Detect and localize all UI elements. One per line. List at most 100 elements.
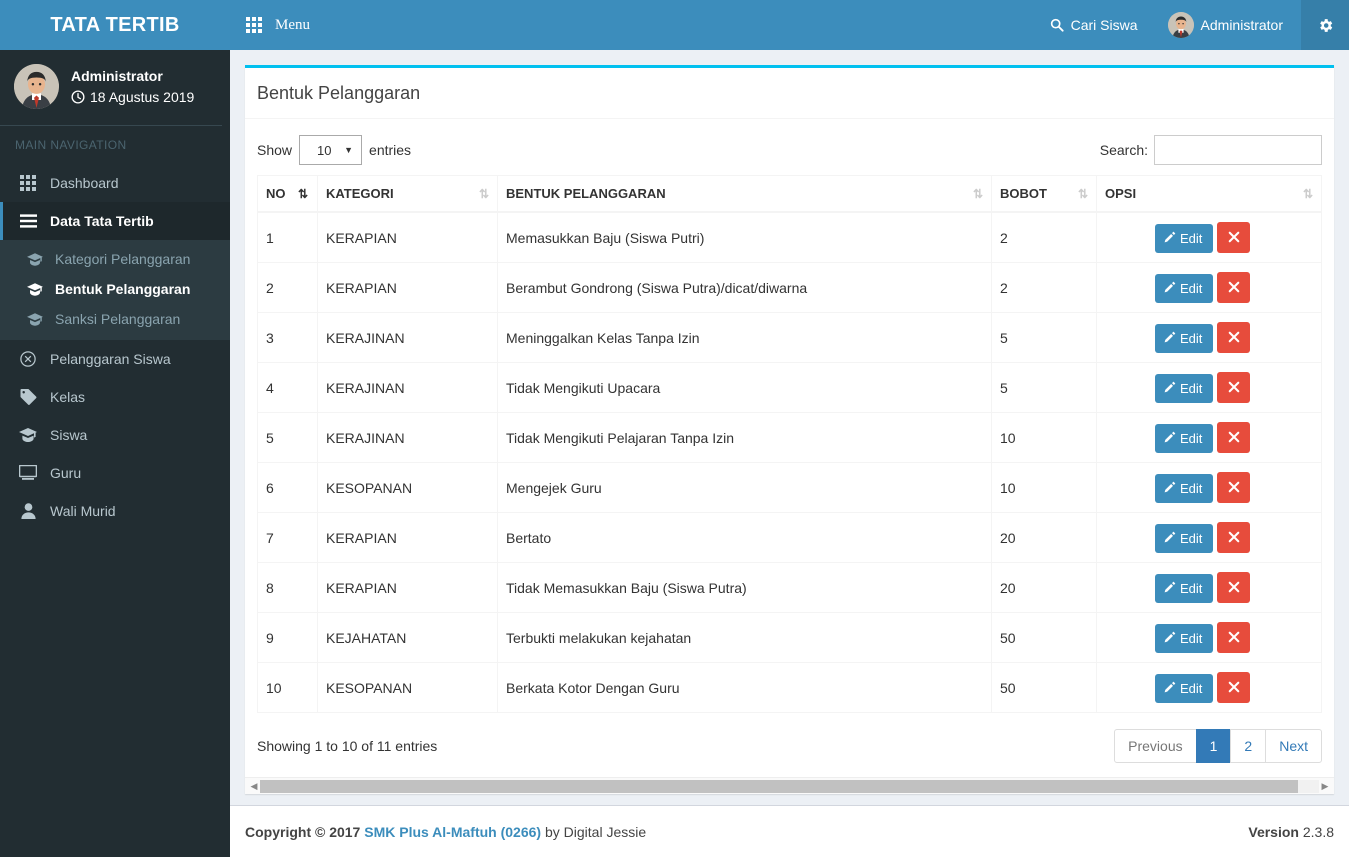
app-logo-text: TATA TERTIB	[50, 13, 180, 36]
cell-bobot: 5	[991, 312, 1097, 363]
scrollbar-track[interactable]	[260, 779, 1319, 793]
delete-button[interactable]	[1217, 672, 1251, 703]
delete-button[interactable]	[1217, 522, 1251, 553]
sort-icon: ⇅	[1302, 186, 1313, 201]
sidebar-item-sanksi-pelanggaran[interactable]: Sanksi Pelanggaran	[0, 304, 230, 334]
horizontal-scrollbar[interactable]: ◀ ▶	[245, 777, 1334, 794]
delete-button[interactable]	[1217, 222, 1251, 253]
delete-button[interactable]	[1217, 272, 1251, 303]
footer-version: Version 2.3.8	[1248, 824, 1334, 840]
navbar-menu-toggle[interactable]: Menu	[230, 17, 310, 34]
search-siswa-label: Cari Siswa	[1070, 17, 1138, 33]
cell-bobot: 2	[991, 262, 1097, 313]
delete-button[interactable]	[1217, 472, 1251, 503]
datatable-info: Showing 1 to 10 of 11 entries	[257, 738, 438, 754]
cell-opsi: Edit	[1096, 512, 1322, 563]
caret-right-icon[interactable]: ▶	[1319, 781, 1331, 792]
settings-button[interactable]	[1301, 0, 1349, 50]
delete-button[interactable]	[1217, 372, 1251, 403]
edit-button[interactable]: Edit	[1155, 673, 1214, 703]
close-x-icon	[1228, 680, 1240, 696]
sidebar-item-dashboard[interactable]: Dashboard	[0, 164, 230, 202]
edit-button[interactable]: Edit	[1155, 573, 1214, 603]
pencil-icon	[1164, 431, 1176, 446]
pencil-icon	[1164, 381, 1176, 396]
delete-button[interactable]	[1217, 322, 1251, 353]
pagination-page-2[interactable]: 2	[1230, 729, 1267, 763]
edit-button[interactable]: Edit	[1155, 323, 1214, 353]
content: Bentuk Pelanggaran Show 10 ▼ entries Sea…	[230, 50, 1349, 794]
column-label: NO	[266, 186, 286, 201]
edit-button[interactable]: Edit	[1155, 623, 1214, 653]
show-label: Show	[257, 142, 293, 158]
navbar-menu-label: Menu	[275, 16, 310, 33]
pelanggaran-table: NO ⇅ KATEGORI ⇅ BENTUK PELANGGARAN ⇅ BOB…	[257, 175, 1322, 713]
cell-bobot: 5	[991, 362, 1097, 413]
cell-bentuk-pelanggaran: Berkata Kotor Dengan Guru	[497, 662, 992, 713]
cell-bentuk-pelanggaran: Mengejek Guru	[497, 462, 992, 513]
pencil-icon	[1164, 231, 1176, 246]
column-header-no[interactable]: NO ⇅	[257, 175, 318, 213]
search-input[interactable]	[1154, 135, 1322, 165]
cell-kategori: KERAPIAN	[317, 262, 498, 313]
column-header-bobot[interactable]: BOBOT ⇅	[991, 175, 1097, 213]
sidebar-item-wali-murid[interactable]: Wali Murid	[0, 492, 230, 530]
cell-kategori: KERAJINAN	[317, 412, 498, 463]
edit-button[interactable]: Edit	[1155, 273, 1214, 303]
sidebar-item-label: Pelanggaran Siswa	[50, 351, 171, 367]
pagination-next[interactable]: Next	[1265, 729, 1322, 763]
grid-icon	[246, 17, 262, 33]
column-header-opsi[interactable]: OPSI ⇅	[1096, 175, 1322, 213]
edit-button[interactable]: Edit	[1155, 373, 1214, 403]
table-body: 1 KERAPIAN Memasukkan Baju (Siswa Putri) 2 E…	[257, 211, 1322, 713]
sidebar-item-pelanggaran-siswa[interactable]: Pelanggaran Siswa	[0, 340, 230, 378]
sidebar-item-kelas[interactable]: Kelas	[0, 378, 230, 416]
delete-button[interactable]	[1217, 422, 1251, 453]
entries-select[interactable]: 10 ▼	[299, 135, 363, 165]
desktop-icon	[18, 465, 38, 481]
sidebar-nav-header: MAIN NAVIGATION	[15, 138, 127, 152]
close-x-icon	[1228, 430, 1240, 446]
sidebar-item-guru[interactable]: Guru	[0, 454, 230, 492]
column-label: KATEGORI	[326, 186, 394, 201]
cell-bentuk-pelanggaran: Bertato	[497, 512, 992, 563]
sidebar-item-bentuk-pelanggaran[interactable]: Bentuk Pelanggaran	[0, 274, 230, 304]
delete-button[interactable]	[1217, 572, 1251, 603]
app-logo[interactable]: TATA TERTIB	[0, 0, 230, 50]
sidebar-item-label: Dashboard	[50, 175, 119, 191]
box-header: Bentuk Pelanggaran	[245, 68, 1334, 119]
delete-button[interactable]	[1217, 622, 1251, 653]
top-navbar: Menu Cari Siswa Administrator	[230, 0, 1349, 50]
cell-bentuk-pelanggaran: Tidak Memasukkan Baju (Siswa Putra)	[497, 562, 992, 613]
sidebar-item-data-tata-tertib[interactable]: Data Tata Tertib	[0, 202, 230, 240]
column-header-bentuk-pelanggaran[interactable]: BENTUK PELANGGARAN ⇅	[497, 175, 992, 213]
pagination-previous[interactable]: Previous	[1114, 729, 1197, 763]
table-row: 2 KERAPIAN Berambut Gondrong (Siswa Putra)…	[257, 262, 1322, 313]
cell-no: 9	[257, 612, 318, 663]
search-siswa-button[interactable]: Cari Siswa	[1035, 0, 1153, 50]
caret-left-icon[interactable]: ◀	[248, 781, 260, 792]
cell-kategori: KESOPANAN	[317, 662, 498, 713]
column-header-kategori[interactable]: KATEGORI ⇅	[317, 175, 498, 213]
sort-icon: ⇅	[1077, 186, 1088, 201]
edit-button[interactable]: Edit	[1155, 423, 1214, 453]
sidebar-user-panel: Administrator 18 Agustus 2019	[0, 50, 222, 126]
pencil-icon	[1164, 481, 1176, 496]
sidebar-item-siswa[interactable]: Siswa	[0, 416, 230, 454]
table-row: 9 KEJAHATAN Terbukti melakukan kejahatan 50…	[257, 612, 1322, 663]
search-label: Search:	[1099, 142, 1148, 158]
edit-button-label: Edit	[1180, 380, 1203, 396]
navbar-user-menu[interactable]: Administrator	[1153, 0, 1301, 50]
edit-button[interactable]: Edit	[1155, 473, 1214, 503]
scrollbar-thumb[interactable]	[260, 779, 1298, 793]
sidebar-item-kategori-pelanggaran[interactable]: Kategori Pelanggaran	[0, 244, 230, 274]
pagination-page-1[interactable]: 1	[1195, 729, 1232, 763]
datatable-footer: Showing 1 to 10 of 11 entries Previous 1…	[257, 713, 1322, 777]
edit-button[interactable]: Edit	[1155, 523, 1214, 553]
edit-button[interactable]: Edit	[1155, 223, 1214, 253]
cell-opsi: Edit	[1096, 612, 1322, 663]
cell-bobot: 10	[991, 412, 1097, 463]
footer-org-link[interactable]: SMK Plus Al-Maftuh (0266)	[364, 824, 541, 840]
pencil-icon	[1164, 531, 1176, 546]
close-x-icon	[1228, 580, 1240, 596]
